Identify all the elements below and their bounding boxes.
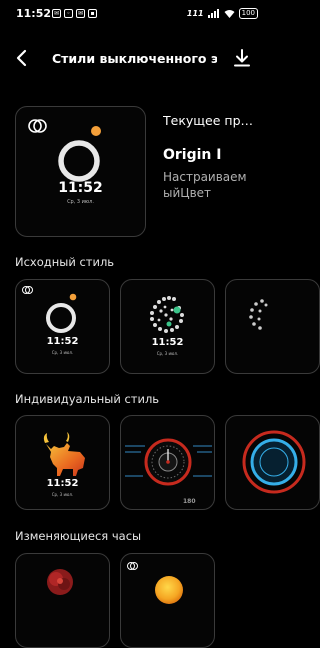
network-label: 111 [186,9,204,18]
bull-time: 11:52 [46,478,79,489]
ring-icon [46,303,76,333]
origin-date: Ср, 3 июл. [51,350,74,355]
style-card-dots[interactable]: 11:52 Ср, 3 июл. [120,279,215,374]
dashboard-value: 180 [183,498,196,505]
current-style-preview[interactable]: 11:52 Ср, 3 июл. [15,106,146,237]
section-title-changing: Изменяющиеся часы [15,529,142,543]
current-preview-time: 11:52 [58,180,103,196]
blue-dial-icon [242,430,306,494]
dot-ring-icon [249,299,268,330]
download-button[interactable] [232,48,252,68]
section-title-individual: Индивидуальный стиль [15,392,160,406]
status-time: 11:52 [16,7,52,20]
back-arrow-icon [16,49,27,67]
bull-date: Ср, 3 июл. [51,492,74,497]
style-card-dashboard[interactable]: 180 [120,415,215,510]
origin-time: 11:52 [46,336,79,347]
sim-icon: ▪ [88,9,97,18]
mail-icon: ✉ [76,9,85,18]
style-card-rose[interactable] [15,553,110,648]
aod-logo-icon [127,562,138,570]
status-right: 111 100 [187,8,258,19]
chat-icon: ◦ [64,9,73,18]
speedometer-dial-icon [125,438,212,486]
current-style-heading: Текущее пр… [163,113,254,128]
app-header: Стили выключенного эк… [0,40,270,76]
style-card-blue-dial[interactable] [225,415,320,510]
message-icon: ✉ [52,9,61,18]
dots-time: 11:52 [151,337,184,348]
notification-icons: ✉ ◦ ✉ ▪ [52,9,97,18]
ring-icon [58,140,100,182]
style-card-bull[interactable]: 11:52 Ср, 3 июл. [15,415,110,510]
dot-matrix-clock-icon [150,296,184,333]
customize-color-link[interactable]: Настраиваем ыйЦвет [163,169,268,201]
orange-dot-icon [91,126,101,136]
style-card-partial[interactable] [225,279,320,374]
current-style-name: Origin I [163,147,222,163]
style-card-origin[interactable]: 11:52 Ср, 3 июл. [15,279,110,374]
back-button[interactable] [12,48,32,68]
battery-icon: 100 [238,8,258,19]
section-title-original: Исходный стиль [15,255,115,269]
cellular-signal-icon [207,9,220,18]
page-title: Стили выключенного эк… [52,51,217,66]
current-preview-date: Ср, 3 июл. [67,199,94,205]
orange-dot-icon [69,293,77,301]
download-icon [234,49,250,67]
dots-date: Ср, 3 июл. [156,351,179,356]
wifi-icon [224,9,235,18]
status-bar: 11:52 ✉ ◦ ✉ ▪ 111 100 [0,0,270,30]
style-card-sun[interactable] [120,553,215,648]
rose-icon [47,569,73,595]
